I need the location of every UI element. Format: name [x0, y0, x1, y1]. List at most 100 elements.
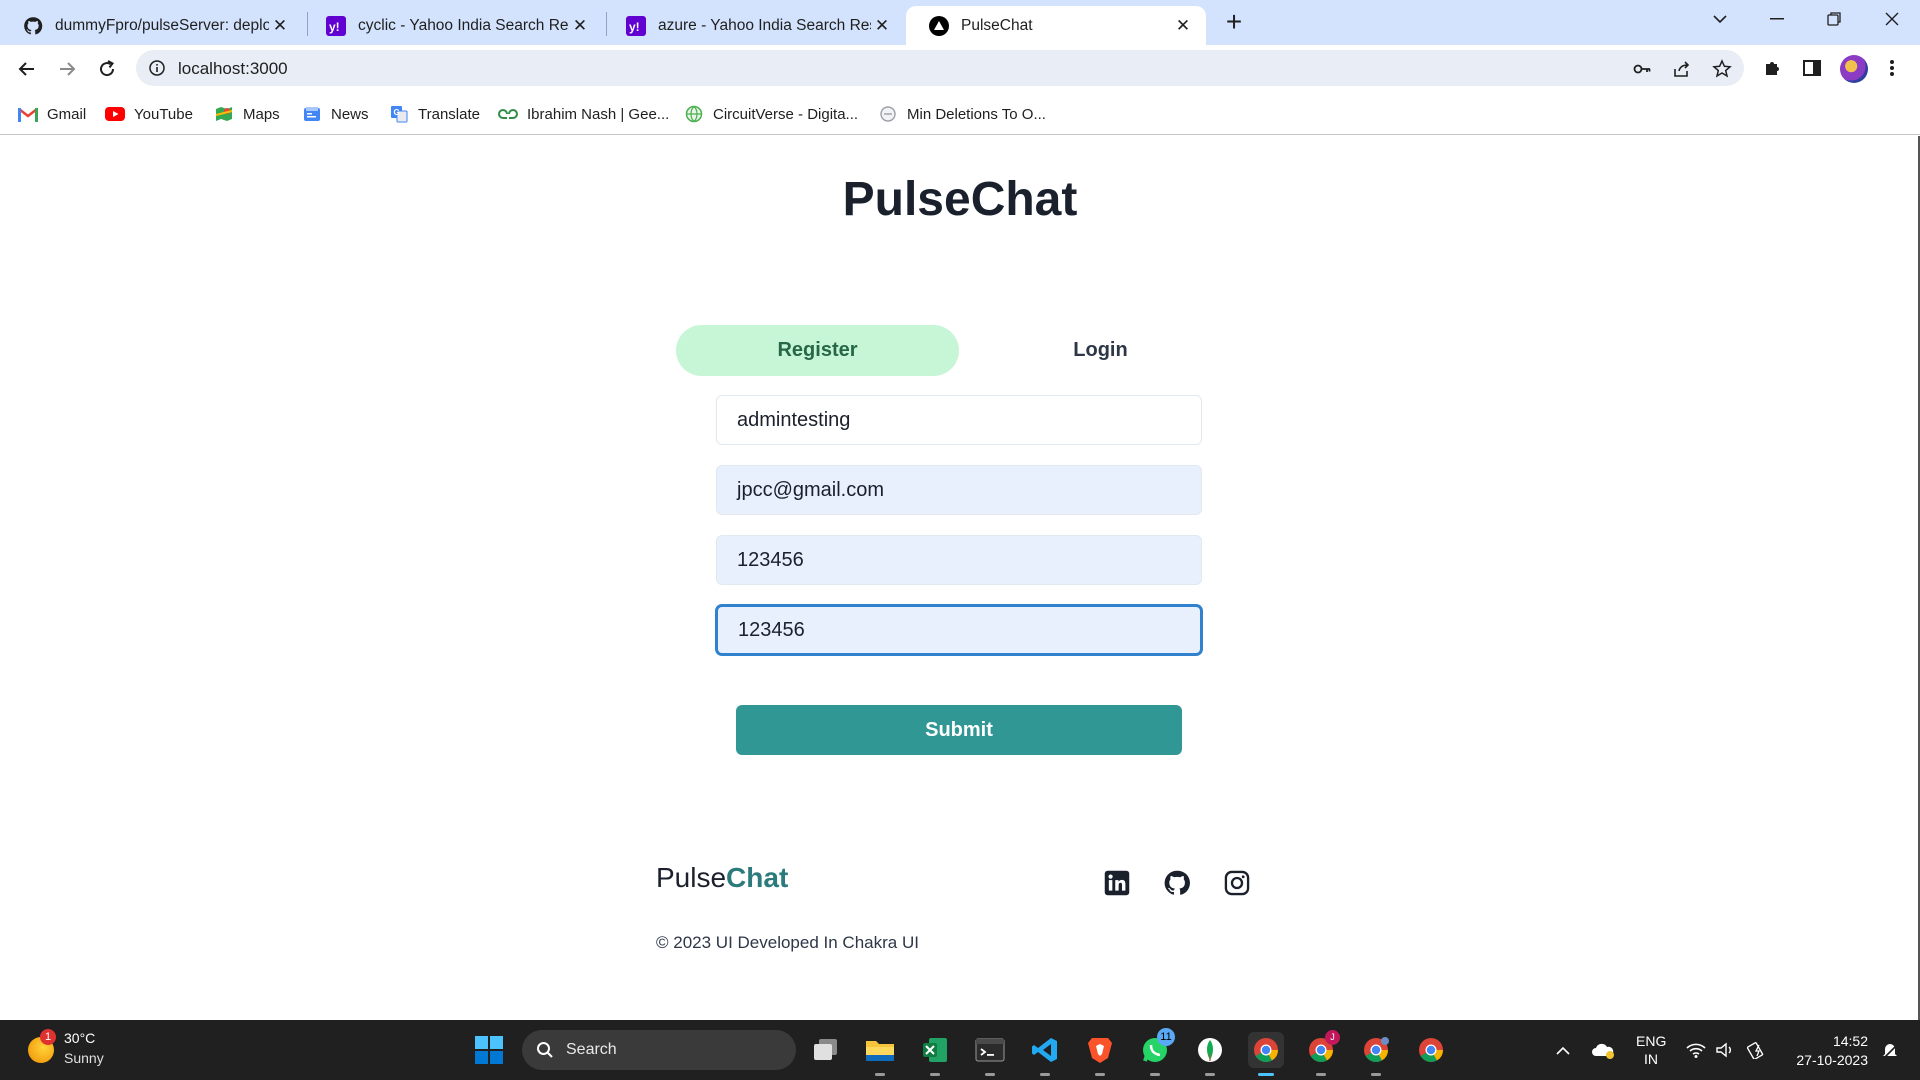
app-running-indicator	[1095, 1073, 1105, 1076]
app-running-indicator	[985, 1073, 995, 1076]
file-explorer-icon[interactable]	[862, 1032, 898, 1076]
bookmark-geeks[interactable]: Ibrahim Nash | Gee...	[498, 103, 669, 125]
password-input[interactable]: 123456	[716, 535, 1202, 585]
more-menu-icon[interactable]	[1880, 56, 1904, 80]
vscode-icon[interactable]	[1027, 1032, 1063, 1076]
whatsapp-icon[interactable]: 11	[1137, 1028, 1175, 1076]
close-icon[interactable]: ✕	[569, 16, 591, 36]
bookmark-min-deletions[interactable]: Min Deletions To O...	[878, 103, 1046, 125]
search-icon	[537, 1042, 553, 1058]
weather-temperature[interactable]: 30°C	[64, 1030, 95, 1046]
clock-time: 14:52	[1832, 1033, 1868, 1049]
wifi-icon[interactable]	[1683, 1020, 1709, 1080]
site-info-icon[interactable]	[148, 59, 166, 77]
browser-tab-title: cyclic - Yahoo India Search Resul	[358, 16, 569, 34]
footer-brand-chat: Chat	[726, 862, 789, 893]
footer-brand: PulseChat	[656, 862, 788, 894]
battery-charging-icon[interactable]	[1744, 1020, 1770, 1080]
maps-icon	[214, 105, 234, 123]
app-running-indicator	[875, 1073, 885, 1076]
bookmarks-bar: Gmail YouTube Maps News G Translate Ibra…	[0, 92, 1920, 135]
whatsapp-badge: 11	[1157, 1028, 1175, 1046]
browser-tab-github[interactable]: dummyFpro/pulseServer: deploy ✕	[0, 6, 303, 45]
bookmark-gmail[interactable]: Gmail	[18, 103, 86, 125]
browser-tab-yahoo-azure[interactable]: y! azure - Yahoo India Search Resul ✕	[603, 6, 905, 45]
svg-text:y!: y!	[629, 20, 640, 34]
profile-avatar[interactable]	[1840, 55, 1868, 83]
excel-icon[interactable]	[917, 1032, 953, 1076]
bookmark-maps[interactable]: Maps	[214, 103, 280, 125]
tab-register[interactable]: Register	[676, 325, 959, 376]
email-input[interactable]: jpcc@gmail.com	[716, 465, 1202, 515]
chrome-icon-active[interactable]	[1248, 1032, 1284, 1076]
page-viewport: PulseChat Register Login admintesting jp…	[0, 136, 1920, 1020]
auth-tabs: Register Login	[676, 325, 1242, 376]
bookmark-label: YouTube	[134, 105, 193, 123]
vercel-icon	[928, 15, 949, 36]
bookmark-star-icon[interactable]	[1712, 59, 1732, 79]
tab-search-icon[interactable]	[1691, 0, 1748, 38]
bookmark-translate[interactable]: G Translate	[389, 103, 480, 125]
browser-tab-yahoo-cyclic[interactable]: y! cyclic - Yahoo India Search Resul ✕	[303, 6, 603, 45]
app-running-indicator	[930, 1073, 940, 1076]
globe-icon	[684, 105, 704, 123]
tab-login[interactable]: Login	[959, 325, 1242, 376]
forward-arrow-icon[interactable]	[52, 54, 82, 84]
onedrive-cloud-icon[interactable]	[1588, 1020, 1618, 1080]
bookmark-circuitverse[interactable]: CircuitVerse - Digita...	[684, 103, 858, 125]
news-icon	[302, 105, 322, 123]
windows-start-icon[interactable]	[471, 1032, 507, 1068]
chrome-profile-icon-2[interactable]	[1358, 1032, 1394, 1076]
terminal-icon[interactable]	[972, 1032, 1008, 1076]
back-arrow-icon[interactable]	[12, 54, 42, 84]
close-icon[interactable]: ✕	[871, 16, 893, 36]
share-icon[interactable]	[1672, 59, 1692, 79]
language-region: IN	[1644, 1051, 1658, 1067]
weather-condition[interactable]: Sunny	[64, 1050, 104, 1066]
instagram-icon[interactable]	[1223, 869, 1251, 897]
chrome-icon[interactable]	[1413, 1032, 1449, 1068]
browser-tab-pulsechat[interactable]: PulseChat ✕	[906, 6, 1206, 45]
new-tab-button[interactable]: +	[1219, 8, 1249, 38]
submit-button[interactable]: Submit	[736, 705, 1182, 755]
app-running-indicator	[1371, 1073, 1381, 1076]
restore-icon[interactable]	[1805, 0, 1862, 38]
close-window-icon[interactable]	[1863, 0, 1920, 38]
taskbar-search[interactable]: Search	[522, 1030, 796, 1070]
github-icon	[22, 15, 43, 36]
volume-icon[interactable]	[1712, 1020, 1738, 1080]
yahoo-icon: y!	[325, 15, 346, 36]
app-running-indicator	[1205, 1073, 1215, 1076]
mongodb-compass-icon[interactable]	[1192, 1032, 1228, 1076]
github-icon[interactable]	[1163, 869, 1191, 897]
system-clock[interactable]: 14:52 27-10-2023	[1782, 1032, 1868, 1070]
linkedin-icon[interactable]	[1103, 869, 1131, 897]
clock-date: 27-10-2023	[1796, 1052, 1868, 1068]
task-view-icon[interactable]	[808, 1032, 844, 1068]
chrome-profile-icon[interactable]: J	[1303, 1030, 1340, 1076]
key-icon[interactable]	[1632, 59, 1652, 79]
bookmark-news[interactable]: News	[302, 103, 369, 125]
reload-icon[interactable]	[92, 54, 122, 84]
app-running-indicator	[1040, 1073, 1050, 1076]
language-indicator[interactable]: ENG IN	[1636, 1032, 1666, 1068]
page-icon	[878, 105, 898, 123]
bookmark-youtube[interactable]: YouTube	[105, 103, 193, 125]
confirm-password-input[interactable]: 123456	[716, 605, 1202, 655]
bookmark-label: Maps	[243, 105, 280, 123]
weather-badge: 1	[40, 1029, 56, 1045]
name-input[interactable]: admintesting	[716, 395, 1202, 445]
footer-brand-pulse: Pulse	[656, 862, 727, 893]
side-panel-icon[interactable]	[1800, 56, 1824, 80]
bookmark-label: Translate	[418, 105, 480, 123]
address-bar[interactable]: localhost:3000	[136, 50, 1744, 86]
extensions-puzzle-icon[interactable]	[1760, 56, 1784, 80]
notification-bell-icon[interactable]	[1876, 1020, 1904, 1080]
brave-browser-icon[interactable]	[1082, 1032, 1118, 1076]
close-icon[interactable]: ✕	[269, 16, 291, 36]
close-icon[interactable]: ✕	[1172, 16, 1194, 36]
show-hidden-icons-chevron-up-icon[interactable]	[1550, 1020, 1576, 1080]
bookmark-label: News	[331, 105, 369, 123]
minimize-icon[interactable]	[1748, 0, 1805, 38]
browser-tab-title: dummyFpro/pulseServer: deploy	[55, 16, 269, 34]
